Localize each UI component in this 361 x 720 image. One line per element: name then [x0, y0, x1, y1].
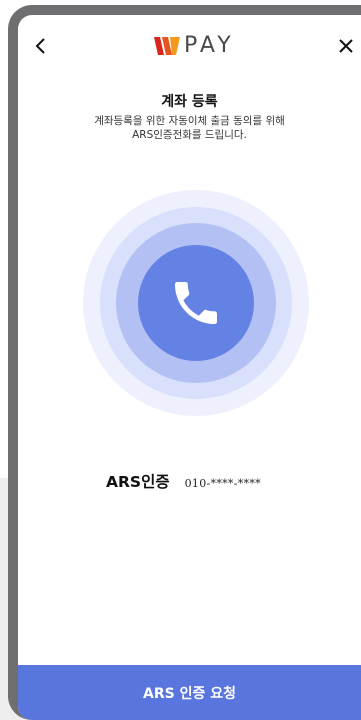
back-button[interactable] [28, 31, 54, 61]
close-icon [339, 39, 353, 53]
ars-label: ARS인증 [106, 473, 170, 491]
ars-request-button-label: ARS 인증 요청 [143, 685, 236, 702]
page-title: 계좌 등록 [161, 94, 218, 110]
w-logo-icon [154, 37, 180, 55]
ars-info: ARS인증 010-****-**** [106, 470, 261, 492]
description-line-2: ARS인증전화를 드립니다. [132, 129, 247, 141]
description: 계좌등록을 위한 자동이체 출금 동의를 위해 ARS인증전화를 드립니다. [18, 114, 361, 142]
phone-icon [175, 282, 217, 324]
description-line-1: 계좌등록을 위한 자동이체 출금 동의를 위해 [94, 115, 285, 127]
chevron-left-icon [35, 38, 45, 54]
ars-phone-number: 010-****-**** [184, 477, 261, 490]
phone-screen: PAY 계좌 등록 계좌등록을 위한 자동이체 출금 동의를 위해 ARS인증전… [18, 15, 361, 720]
logo-text: PAY [184, 33, 235, 58]
header: PAY [18, 15, 361, 75]
phone-call-circle [138, 245, 254, 361]
ars-request-button[interactable]: ARS 인증 요청 [18, 665, 361, 720]
wpay-logo: PAY [154, 34, 235, 58]
close-button[interactable] [331, 31, 361, 61]
